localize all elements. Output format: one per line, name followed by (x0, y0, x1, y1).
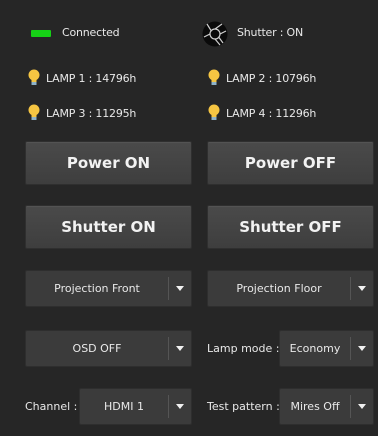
projection-mode-value: Projection Front (54, 282, 140, 295)
connection-status-label: Connected (62, 26, 120, 39)
lamp-mode-dropdown-button[interactable] (350, 337, 373, 360)
test-pattern-dropdown-button[interactable] (350, 395, 373, 418)
chevron-down-icon (176, 286, 184, 291)
projection-target-value: Projection Floor (236, 282, 322, 295)
lamp-1-label: LAMP 1 : 14796h (46, 71, 137, 85)
projection-target-dropdown-button[interactable] (350, 277, 373, 300)
chevron-down-icon (358, 404, 366, 409)
lamp-2-label: LAMP 2 : 10796h (226, 71, 317, 85)
chevron-down-icon (176, 404, 184, 409)
projection-target-select[interactable]: Projection Floor (207, 270, 374, 307)
osd-dropdown-button[interactable] (168, 337, 191, 360)
osd-select[interactable]: OSD OFF (25, 330, 192, 367)
lamp-2-status: LAMP 2 : 10796h (207, 69, 316, 87)
lamp-4-status: LAMP 4 : 11296h (207, 104, 316, 122)
shutter-off-button[interactable]: Shutter OFF (207, 205, 374, 249)
light-bulb-icon (208, 69, 220, 85)
osd-value: OSD OFF (72, 342, 122, 355)
channel-dropdown-button[interactable] (168, 395, 191, 418)
light-bulb-icon (28, 104, 40, 120)
power-on-button[interactable]: Power ON (25, 141, 192, 185)
test-pattern-value: Mires Off (290, 400, 340, 413)
lamp-mode-select[interactable]: Economy (279, 330, 374, 367)
lamp-4-label: LAMP 4 : 11296h (226, 106, 317, 120)
lamp-1-status: LAMP 1 : 14796h (27, 69, 136, 87)
channel-value: HDMI 1 (104, 400, 144, 413)
channel-label: Channel : (25, 400, 78, 413)
chevron-down-icon (358, 346, 366, 351)
shutter-on-button[interactable]: Shutter ON (25, 205, 192, 249)
lamp-3-label: LAMP 3 : 11295h (46, 106, 137, 120)
projection-mode-dropdown-button[interactable] (168, 277, 191, 300)
projection-mode-select[interactable]: Projection Front (25, 270, 192, 307)
light-bulb-icon (28, 69, 40, 85)
lamp-mode-value: Economy (289, 342, 341, 355)
shutter-status-label: Shutter : ON (237, 26, 304, 39)
power-off-button[interactable]: Power OFF (207, 141, 374, 185)
connection-status-led (31, 30, 51, 37)
camera-shutter-icon (202, 21, 228, 47)
lamp-3-status: LAMP 3 : 11295h (27, 104, 136, 122)
chevron-down-icon (358, 286, 366, 291)
test-pattern-label: Test pattern : (207, 400, 280, 413)
light-bulb-icon (208, 104, 220, 120)
test-pattern-select[interactable]: Mires Off (279, 388, 374, 425)
lamp-mode-label: Lamp mode : (207, 342, 280, 355)
channel-select[interactable]: HDMI 1 (79, 388, 192, 425)
chevron-down-icon (176, 346, 184, 351)
